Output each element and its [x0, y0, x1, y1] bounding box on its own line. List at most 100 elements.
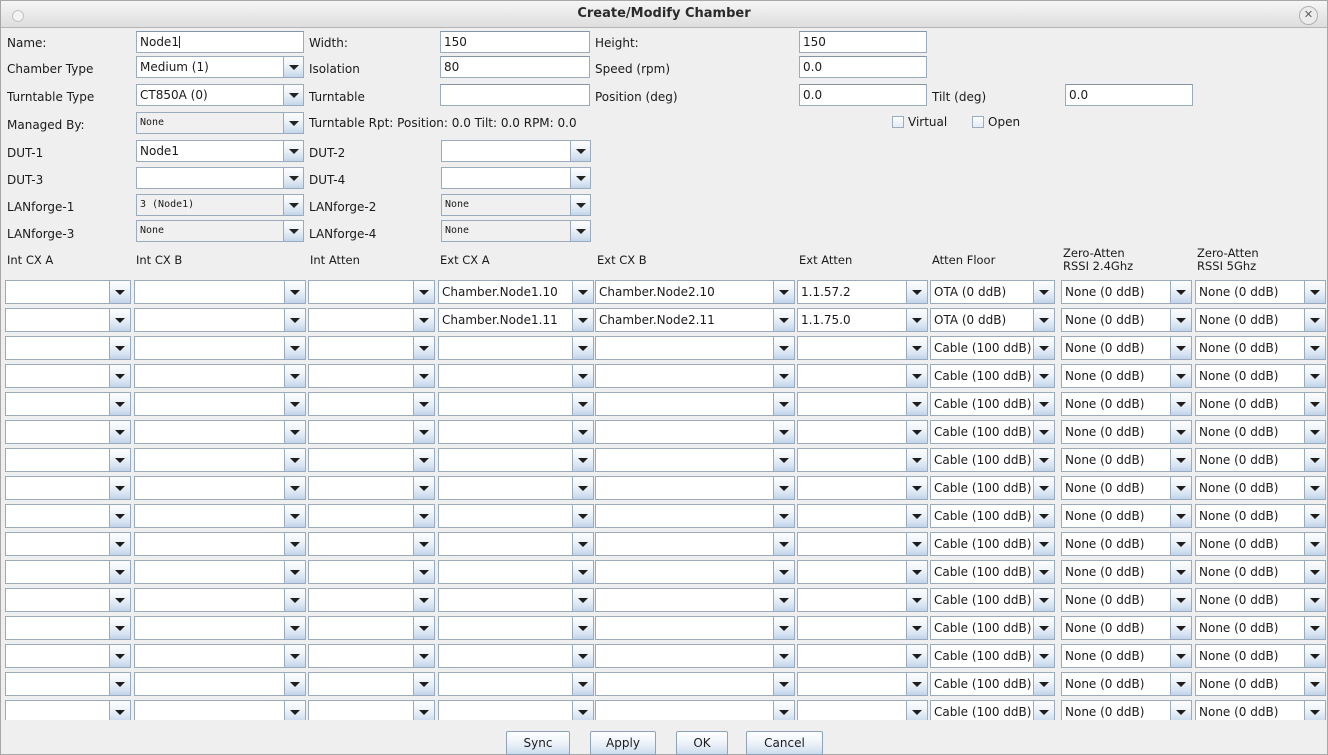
- table-cell-ext-cx-b[interactable]: [595, 420, 795, 444]
- table-cell-ext-cx-a[interactable]: [438, 336, 594, 360]
- table-cell-int-cx-b[interactable]: [134, 588, 306, 612]
- chevron-down-icon[interactable]: [283, 168, 303, 188]
- chevron-down-icon[interactable]: [284, 337, 305, 359]
- table-cell-ext-cx-b[interactable]: [595, 532, 795, 556]
- table-cell-int-atten[interactable]: [308, 420, 435, 444]
- table-cell-zero-atten-rssi-5[interactable]: None (0 ddB): [1195, 364, 1326, 388]
- chevron-down-icon[interactable]: [1033, 421, 1054, 443]
- chevron-down-icon[interactable]: [1304, 337, 1325, 359]
- table-cell-zero-atten-rssi-24[interactable]: None (0 ddB): [1061, 364, 1192, 388]
- table-cell-int-cx-a[interactable]: [5, 644, 131, 668]
- chevron-down-icon[interactable]: [284, 561, 305, 583]
- table-cell-ext-cx-b[interactable]: [595, 644, 795, 668]
- chevron-down-icon[interactable]: [109, 449, 130, 471]
- virtual-checkbox[interactable]: Virtual: [892, 115, 947, 129]
- chevron-down-icon[interactable]: [109, 309, 130, 331]
- chevron-down-icon[interactable]: [109, 337, 130, 359]
- table-cell-int-cx-b[interactable]: [134, 420, 306, 444]
- table-cell-int-cx-a[interactable]: [5, 280, 131, 304]
- table-cell-ext-cx-a[interactable]: [438, 532, 594, 556]
- table-cell-ext-cx-a[interactable]: [438, 644, 594, 668]
- table-cell-ext-cx-a[interactable]: Chamber.Node1.10: [438, 280, 594, 304]
- chevron-down-icon[interactable]: [284, 589, 305, 611]
- table-cell-int-atten[interactable]: [308, 644, 435, 668]
- table-cell-atten-floor[interactable]: Cable (100 ddB): [930, 588, 1055, 612]
- chevron-down-icon[interactable]: [906, 673, 927, 695]
- chevron-down-icon[interactable]: [572, 589, 593, 611]
- chevron-down-icon[interactable]: [1033, 673, 1054, 695]
- table-cell-ext-atten[interactable]: 1.1.57.2: [797, 280, 928, 304]
- chevron-down-icon[interactable]: [572, 645, 593, 667]
- table-cell-ext-cx-a[interactable]: [438, 476, 594, 500]
- chevron-down-icon[interactable]: [572, 449, 593, 471]
- table-cell-int-atten[interactable]: [308, 504, 435, 528]
- chevron-down-icon[interactable]: [773, 533, 794, 555]
- checkbox-box-icon[interactable]: [972, 116, 984, 128]
- chevron-down-icon[interactable]: [1170, 393, 1191, 415]
- table-cell-ext-cx-a[interactable]: [438, 420, 594, 444]
- chevron-down-icon[interactable]: [1304, 617, 1325, 639]
- chevron-down-icon[interactable]: [1304, 309, 1325, 331]
- chevron-down-icon[interactable]: [283, 113, 303, 133]
- close-icon[interactable]: ✕: [1299, 6, 1318, 25]
- table-cell-ext-atten[interactable]: [797, 616, 928, 640]
- chevron-down-icon[interactable]: [1170, 617, 1191, 639]
- table-cell-ext-cx-a[interactable]: [438, 364, 594, 388]
- table-cell-int-cx-b[interactable]: [134, 532, 306, 556]
- chevron-down-icon[interactable]: [109, 281, 130, 303]
- table-cell-zero-atten-rssi-5[interactable]: None (0 ddB): [1195, 672, 1326, 696]
- table-cell-int-atten[interactable]: [308, 280, 435, 304]
- chevron-down-icon[interactable]: [413, 421, 434, 443]
- chevron-down-icon[interactable]: [413, 449, 434, 471]
- chevron-down-icon[interactable]: [284, 533, 305, 555]
- chevron-down-icon[interactable]: [1033, 617, 1054, 639]
- table-cell-ext-atten[interactable]: [797, 672, 928, 696]
- chevron-down-icon[interactable]: [283, 141, 303, 161]
- table-cell-ext-cx-b[interactable]: [595, 448, 795, 472]
- turntable-input[interactable]: [440, 84, 590, 106]
- table-cell-int-atten[interactable]: [308, 588, 435, 612]
- table-cell-atten-floor[interactable]: Cable (100 ddB): [930, 392, 1055, 416]
- table-cell-ext-atten[interactable]: [797, 644, 928, 668]
- chevron-down-icon[interactable]: [572, 561, 593, 583]
- table-cell-int-cx-b[interactable]: [134, 672, 306, 696]
- chevron-down-icon[interactable]: [1170, 505, 1191, 527]
- table-cell-zero-atten-rssi-5[interactable]: None (0 ddB): [1195, 280, 1326, 304]
- chevron-down-icon[interactable]: [1033, 645, 1054, 667]
- chevron-down-icon[interactable]: [906, 617, 927, 639]
- table-cell-ext-atten[interactable]: [797, 364, 928, 388]
- chevron-down-icon[interactable]: [284, 617, 305, 639]
- chevron-down-icon[interactable]: [1033, 393, 1054, 415]
- chevron-down-icon[interactable]: [1170, 673, 1191, 695]
- table-cell-zero-atten-rssi-5[interactable]: None (0 ddB): [1195, 420, 1326, 444]
- chevron-down-icon[interactable]: [283, 195, 303, 215]
- chevron-down-icon[interactable]: [1033, 365, 1054, 387]
- table-cell-int-cx-a[interactable]: [5, 560, 131, 584]
- speed-input[interactable]: 0.0: [799, 56, 927, 78]
- chevron-down-icon[interactable]: [906, 337, 927, 359]
- chevron-down-icon[interactable]: [570, 168, 590, 188]
- chevron-down-icon[interactable]: [906, 505, 927, 527]
- chevron-down-icon[interactable]: [413, 533, 434, 555]
- chevron-down-icon[interactable]: [109, 617, 130, 639]
- table-cell-ext-atten[interactable]: [797, 560, 928, 584]
- table-cell-atten-floor[interactable]: Cable (100 ddB): [930, 532, 1055, 556]
- chevron-down-icon[interactable]: [773, 449, 794, 471]
- chevron-down-icon[interactable]: [1170, 365, 1191, 387]
- table-cell-zero-atten-rssi-24[interactable]: None (0 ddB): [1061, 560, 1192, 584]
- chevron-down-icon[interactable]: [570, 195, 590, 215]
- chevron-down-icon[interactable]: [109, 589, 130, 611]
- table-cell-int-atten[interactable]: [308, 308, 435, 332]
- turntable-type-select[interactable]: CT850A (0): [136, 84, 304, 106]
- chevron-down-icon[interactable]: [773, 589, 794, 611]
- chevron-down-icon[interactable]: [773, 477, 794, 499]
- chevron-down-icon[interactable]: [1304, 393, 1325, 415]
- chevron-down-icon[interactable]: [1033, 337, 1054, 359]
- dut2-select[interactable]: [441, 140, 591, 162]
- table-cell-int-atten[interactable]: [308, 392, 435, 416]
- chevron-down-icon[interactable]: [906, 533, 927, 555]
- table-cell-zero-atten-rssi-24[interactable]: None (0 ddB): [1061, 336, 1192, 360]
- table-cell-atten-floor[interactable]: OTA (0 ddB): [930, 308, 1055, 332]
- table-cell-int-cx-b[interactable]: [134, 644, 306, 668]
- chevron-down-icon[interactable]: [1170, 281, 1191, 303]
